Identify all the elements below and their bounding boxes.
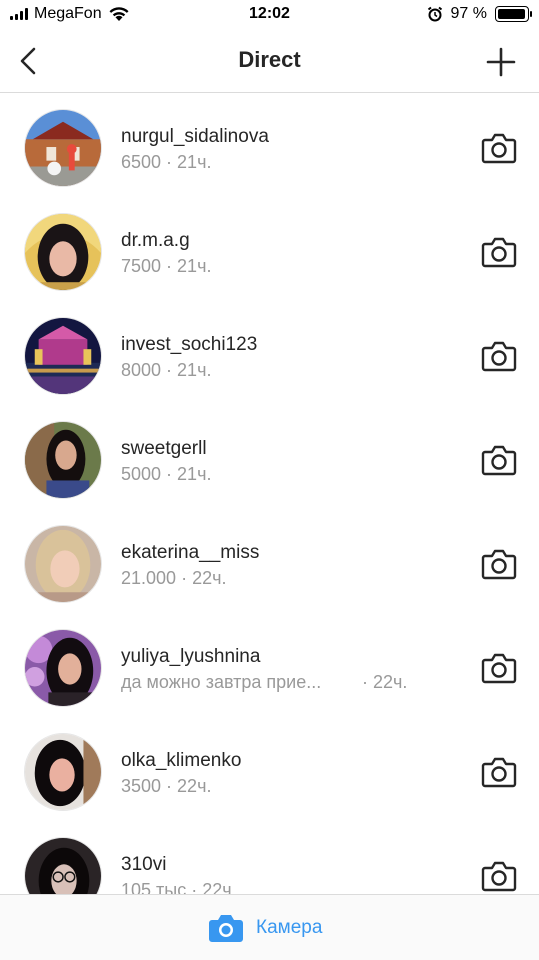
camera-icon[interactable] bbox=[481, 548, 517, 580]
thread-time: 21ч. bbox=[177, 464, 212, 484]
thread-username: dr.m.a.g bbox=[121, 230, 190, 251]
plus-icon[interactable] bbox=[485, 46, 517, 78]
separator-dot: · bbox=[166, 360, 173, 380]
separator-dot: · bbox=[166, 464, 173, 484]
thread-row[interactable]: invest_sochi123 8000 · 21ч. bbox=[0, 302, 539, 406]
thread-subtitle: 6500 · 21ч. bbox=[121, 152, 211, 173]
thread-subtitle: 7500 · 21ч. bbox=[121, 256, 211, 277]
thread-username: nurgul_sidalinova bbox=[121, 126, 269, 147]
avatar[interactable] bbox=[24, 317, 102, 395]
camera-icon bbox=[209, 915, 243, 942]
thread-row[interactable]: yuliya_lyushnina да можно завтра прие...… bbox=[0, 614, 539, 718]
status-bar: MegaFon 12:02 97 % bbox=[0, 0, 539, 30]
avatar[interactable] bbox=[24, 629, 102, 707]
thread-subtitle: 21.000 · 22ч. bbox=[121, 568, 226, 589]
separator-dot: · bbox=[166, 152, 173, 172]
avatar[interactable] bbox=[24, 525, 102, 603]
battery-percent: 97 % bbox=[450, 5, 487, 22]
separator-dot: · bbox=[166, 776, 173, 796]
thread-username: invest_sochi123 bbox=[121, 334, 258, 355]
thread-preview: 8000 bbox=[121, 360, 162, 380]
thread-preview: 5000 bbox=[121, 464, 162, 484]
thread-time: 21ч. bbox=[177, 256, 212, 276]
camera-icon[interactable] bbox=[481, 756, 517, 788]
thread-preview: 3500 bbox=[121, 776, 162, 796]
direct-inbox-screen: MegaFon 12:02 97 % Direct nurgul_sidalin… bbox=[0, 0, 539, 960]
thread-list: nurgul_sidalinova 6500 · 21ч. dr.m.a.g 7… bbox=[0, 94, 539, 894]
thread-username: ekaterina__miss bbox=[121, 542, 260, 563]
status-right: 97 % bbox=[427, 5, 532, 23]
separator-dot: · bbox=[362, 672, 368, 692]
separator-dot: · bbox=[181, 568, 188, 588]
thread-username: olka_klimenko bbox=[121, 750, 242, 771]
thread-time: 22ч. bbox=[373, 672, 408, 692]
camera-icon[interactable] bbox=[481, 340, 517, 372]
alarm-icon bbox=[427, 6, 442, 22]
thread-subtitle: 3500 · 22ч. bbox=[121, 776, 211, 797]
page-title: Direct bbox=[238, 47, 301, 72]
thread-preview: 21.000 bbox=[121, 568, 177, 588]
thread-username: sweetgerll bbox=[121, 438, 207, 459]
thread-username: yuliya_lyushnina bbox=[121, 646, 261, 667]
thread-row[interactable]: nurgul_sidalinova 6500 · 21ч. bbox=[0, 94, 539, 198]
thread-subtitle: 5000 · 21ч. bbox=[121, 464, 211, 485]
avatar[interactable] bbox=[24, 213, 102, 291]
camera-icon[interactable] bbox=[481, 236, 517, 268]
thread-time: 22ч. bbox=[202, 880, 237, 894]
separator-dot: · bbox=[166, 256, 173, 276]
camera-label: Камера bbox=[256, 917, 323, 938]
avatar[interactable] bbox=[24, 421, 102, 499]
camera-icon[interactable] bbox=[481, 652, 517, 684]
nav-bar: Direct bbox=[0, 30, 539, 93]
thread-row[interactable]: olka_klimenko 3500 · 22ч. bbox=[0, 718, 539, 822]
avatar[interactable] bbox=[24, 109, 102, 187]
thread-row[interactable]: sweetgerll 5000 · 21ч. bbox=[0, 406, 539, 510]
thread-row[interactable]: ekaterina__miss 21.000 · 22ч. bbox=[0, 510, 539, 614]
open-camera-button[interactable]: Камера bbox=[208, 913, 322, 943]
thread-time: 22ч. bbox=[177, 776, 212, 796]
camera-icon[interactable] bbox=[481, 132, 517, 164]
thread-subtitle: да можно завтра прие... · 22ч. bbox=[121, 672, 407, 693]
thread-preview: 105 тыс bbox=[121, 880, 187, 894]
thread-time: 21ч. bbox=[177, 360, 212, 380]
thread-row[interactable]: dr.m.a.g 7500 · 21ч. bbox=[0, 198, 539, 302]
thread-time: 21ч. bbox=[177, 152, 212, 172]
battery-fill bbox=[498, 9, 526, 19]
thread-username: 310vi bbox=[121, 854, 167, 875]
bottom-bar: Камера bbox=[0, 894, 539, 960]
camera-icon[interactable] bbox=[481, 444, 517, 476]
avatar[interactable] bbox=[24, 837, 102, 894]
camera-icon[interactable] bbox=[481, 860, 517, 892]
thread-subtitle: 105 тыс · 22ч. bbox=[121, 880, 237, 894]
separator-dot: · bbox=[191, 880, 198, 894]
thread-subtitle: 8000 · 21ч. bbox=[121, 360, 211, 381]
thread-preview: 6500 bbox=[121, 152, 162, 172]
thread-time: 22ч. bbox=[192, 568, 227, 588]
battery-icon bbox=[495, 6, 532, 22]
avatar[interactable] bbox=[24, 733, 102, 811]
thread-row[interactable]: 310vi 105 тыс · 22ч. bbox=[0, 822, 539, 894]
thread-preview: да можно завтра прие... bbox=[121, 672, 322, 692]
thread-preview: 7500 bbox=[121, 256, 162, 276]
